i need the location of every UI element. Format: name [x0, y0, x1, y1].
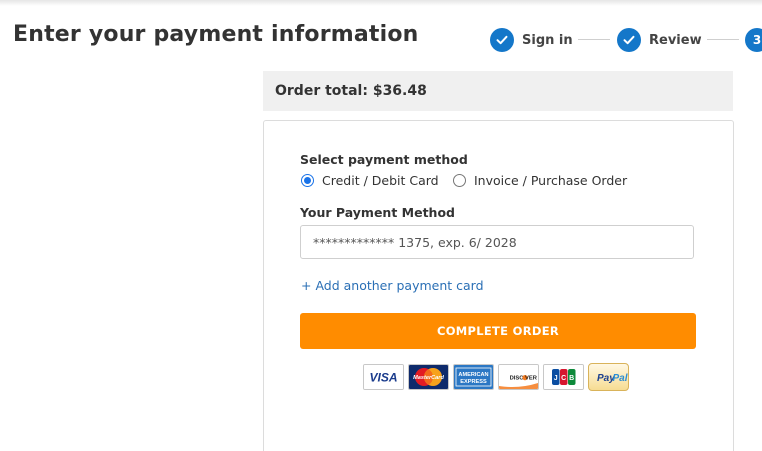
checkout-stepper: Sign in Review 3 [490, 28, 762, 52]
order-total-bar: Order total: $36.48 [263, 71, 733, 111]
radio-credit-debit-card[interactable]: Credit / Debit Card [301, 171, 439, 189]
svg-text:C: C [561, 375, 566, 382]
check-icon [617, 28, 641, 52]
add-payment-card-link[interactable]: + Add another payment card [301, 278, 484, 293]
accepted-cards: VISA MasterCard AMERICAN EXPRESS DISC VE… [363, 363, 629, 392]
step-label: Sign in [522, 32, 573, 48]
step-review[interactable]: Review [617, 28, 702, 52]
top-shadow [0, 0, 762, 6]
radio-button[interactable] [453, 173, 466, 187]
page-title: Enter your payment information [13, 22, 419, 47]
payment-method-select[interactable]: ************* 1375, exp. 6/ 2028 [300, 225, 694, 259]
selected-card-value: ************* 1375, exp. 6/ 2028 [313, 234, 517, 250]
discover-logo: DISC VER [498, 364, 539, 390]
radio-invoice-purchase-order[interactable]: Invoice / Purchase Order [453, 171, 627, 189]
paypal-logo: Pay Pal [588, 363, 629, 391]
step-payment: 3 [745, 28, 762, 52]
payment-page: Enter your payment information Sign in R… [0, 0, 762, 451]
your-payment-method-label: Your Payment Method [300, 205, 455, 220]
radio-button-checked[interactable] [301, 173, 314, 187]
svg-text:AMERICAN: AMERICAN [458, 372, 488, 378]
step-sign-in[interactable]: Sign in [490, 28, 573, 52]
step-connector [707, 39, 739, 40]
svg-text:EXPRESS: EXPRESS [460, 379, 487, 385]
svg-text:VER: VER [525, 376, 538, 382]
jcb-logo: J C B [543, 364, 584, 390]
svg-text:DISC: DISC [510, 376, 525, 382]
svg-text:Pal: Pal [613, 373, 628, 384]
order-total: Order total: $36.48 [275, 83, 427, 99]
svg-text:J: J [554, 375, 558, 382]
mastercard-logo: MasterCard [408, 364, 449, 390]
complete-order-button[interactable]: COMPLETE ORDER [300, 313, 696, 349]
step-label: Review [649, 32, 702, 48]
american-express-logo: AMERICAN EXPRESS [453, 364, 494, 390]
check-icon [490, 28, 514, 52]
radio-label: Invoice / Purchase Order [474, 172, 628, 188]
svg-text:MasterCard: MasterCard [413, 375, 444, 381]
visa-logo: VISA [363, 364, 404, 390]
select-payment-method-label: Select payment method [300, 152, 468, 167]
step-connector [578, 39, 610, 40]
step-number: 3 [745, 28, 762, 52]
radio-label: Credit / Debit Card [322, 172, 439, 188]
svg-text:B: B [569, 375, 574, 382]
payment-panel: Select payment method Credit / Debit Car… [263, 120, 734, 451]
svg-text:VISA: VISA [369, 371, 397, 385]
